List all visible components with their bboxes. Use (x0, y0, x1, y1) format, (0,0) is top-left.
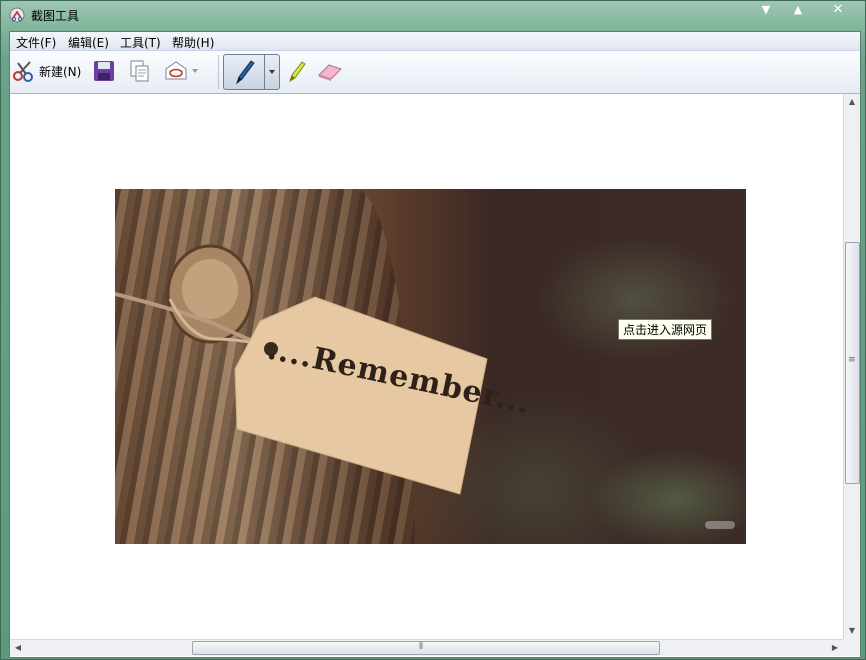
menu-edit[interactable]: 编辑(E) (68, 34, 109, 51)
scroll-right-arrow-icon[interactable]: ▶ (827, 640, 843, 656)
client-area: 文件(F) 编辑(E) 工具(T) 帮助(H) 新建(N) ....Rememb… (9, 31, 861, 658)
snipping-tool-window: 截图工具 ▼ ▲ ✕ 文件(F) 编辑(E) 工具(T) 帮助(H) 新建(N) (0, 0, 866, 660)
copy-icon (130, 60, 149, 82)
menu-tools[interactable]: 工具(T) (120, 34, 161, 51)
save-button[interactable] (92, 56, 116, 86)
vertical-scroll-thumb[interactable]: ≡ (845, 242, 860, 484)
scroll-left-arrow-icon[interactable]: ◀ (10, 640, 26, 656)
toolbar: 新建(N) (10, 51, 860, 94)
snipping-tool-icon (9, 7, 25, 23)
copy-button[interactable] (128, 56, 152, 86)
scrollbar-corner (843, 639, 860, 656)
minimize-button[interactable]: ▼ (751, 1, 781, 19)
new-snip-button[interactable]: 新建(N) (12, 56, 81, 86)
chevron-down-icon[interactable] (190, 66, 200, 76)
menu-bar: 文件(F) 编辑(E) 工具(T) 帮助(H) (10, 32, 860, 51)
snipped-image: ....Remember... (115, 189, 746, 544)
window-title: 截图工具 (31, 9, 80, 23)
eraser-button[interactable] (316, 56, 344, 86)
snip-canvas[interactable]: ....Remember... 点击进入源网页 (10, 94, 843, 639)
title-bar[interactable]: 截图工具 ▼ ▲ ✕ (1, 1, 865, 29)
grip-icon: ≡ (848, 355, 856, 365)
tooltip: 点击进入源网页 (618, 319, 713, 340)
watermark-logo (705, 521, 735, 529)
toolbar-separator (218, 55, 219, 89)
new-snip-label: 新建(N) (39, 64, 82, 79)
scissors-icon (13, 61, 33, 82)
chevron-down-icon[interactable] (266, 55, 278, 89)
send-snip-button[interactable] (164, 56, 200, 86)
menu-file[interactable]: 文件(F) (16, 34, 56, 51)
pen-icon (235, 60, 255, 85)
horizontal-scrollbar[interactable]: ◀ ⦀ ▶ (10, 639, 843, 656)
horizontal-scroll-thumb[interactable]: ⦀ (192, 641, 660, 655)
grip-icon: ⦀ (419, 642, 423, 652)
scroll-up-arrow-icon[interactable]: ▲ (844, 94, 860, 110)
caption-buttons: ▼ ▲ ✕ (741, 1, 861, 21)
scroll-down-arrow-icon[interactable]: ▼ (844, 623, 860, 639)
send-email-icon (165, 61, 187, 80)
maximize-button[interactable]: ▲ (783, 1, 813, 19)
menu-help[interactable]: 帮助(H) (172, 34, 214, 51)
pen-dropdown-divider (264, 55, 265, 89)
close-button[interactable]: ✕ (823, 1, 853, 19)
eraser-icon (318, 64, 342, 81)
vertical-scrollbar[interactable]: ▲ ≡ ▼ (843, 94, 860, 639)
highlighter-icon (289, 61, 306, 83)
save-icon (94, 61, 114, 81)
highlighter-button[interactable] (284, 56, 308, 86)
pen-tool-group[interactable] (223, 54, 280, 90)
